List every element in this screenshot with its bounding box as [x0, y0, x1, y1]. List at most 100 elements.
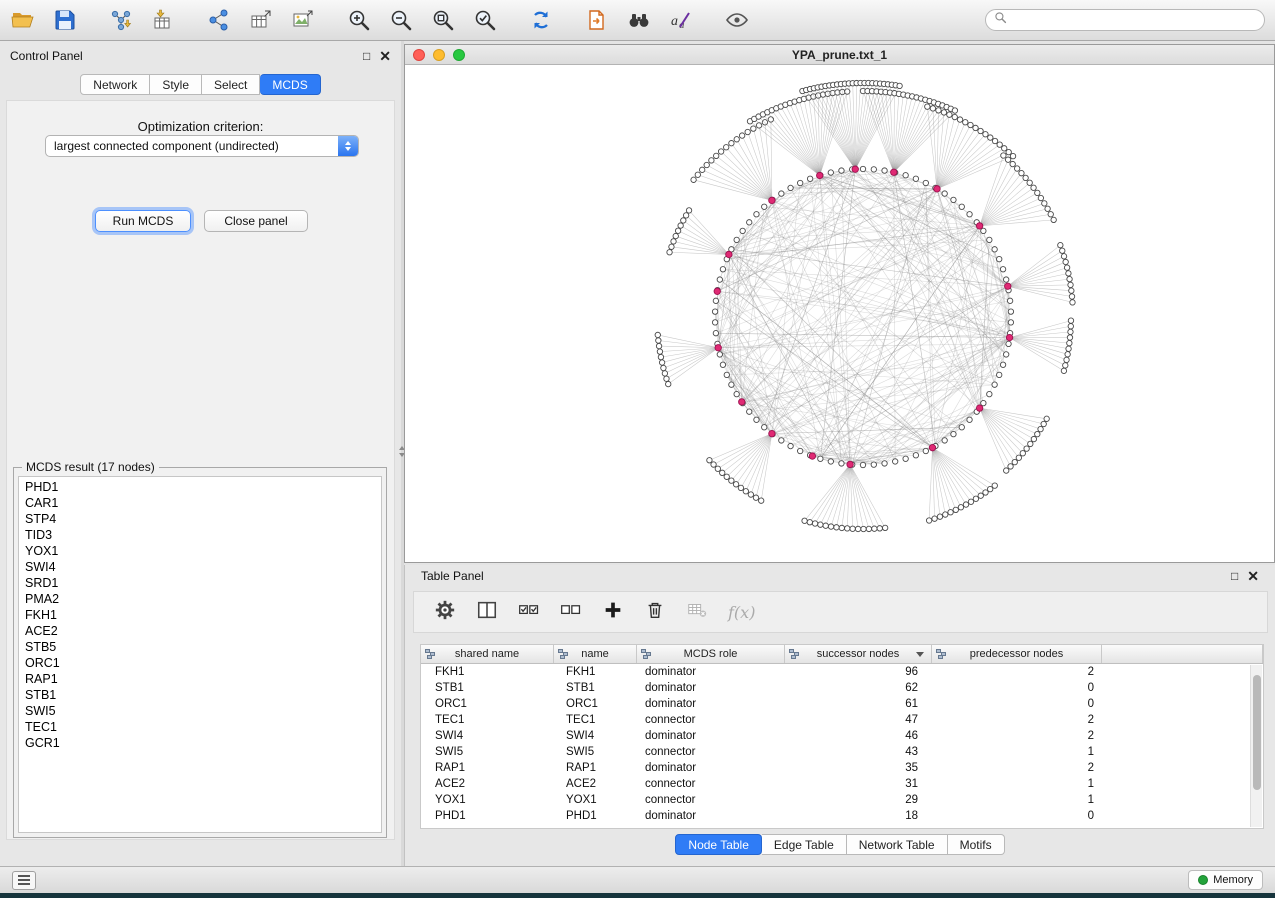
table-row[interactable]: STB1STB1dominator620 [421, 680, 1263, 696]
control-panel: Control Panel □ ✕ Network Style Select M… [0, 41, 401, 866]
zoom-in-icon[interactable] [346, 7, 372, 33]
list-item[interactable]: SWI4 [19, 559, 381, 575]
export-network-icon[interactable] [206, 7, 232, 33]
close-panel-button[interactable]: Close panel [204, 210, 308, 232]
export-image-icon[interactable] [290, 7, 316, 33]
zoom-group [346, 7, 498, 33]
delete-rows-icon[interactable] [644, 599, 666, 626]
list-item[interactable]: PMA2 [19, 591, 381, 607]
tab-style[interactable]: Style [150, 74, 202, 95]
float-table-panel-icon[interactable]: □ [1231, 570, 1238, 582]
table-row[interactable]: ACE2ACE2connector311 [421, 776, 1263, 792]
export-table-icon[interactable] [248, 7, 274, 33]
zoom-fit-icon[interactable] [430, 7, 456, 33]
zoom-selected-icon[interactable] [472, 7, 498, 33]
list-item[interactable]: FKH1 [19, 607, 381, 623]
table-cell: FKH1 [421, 666, 554, 678]
function-builder-icon[interactable]: f(x) [728, 603, 755, 622]
show-graphics-details-icon[interactable] [724, 7, 750, 33]
mcds-result-group: MCDS result (17 nodes) PHD1CAR1STP4TID3Y… [13, 467, 387, 838]
table-scrollbar[interactable] [1250, 665, 1262, 827]
criterion-dropdown[interactable]: largest connected component (undirected) [45, 135, 359, 157]
copy-document-icon[interactable] [584, 7, 610, 33]
mcds-result-list[interactable]: PHD1CAR1STP4TID3YOX1SWI4SRD1PMA2FKH1ACE2… [18, 476, 382, 833]
tab-motifs[interactable]: Motifs [948, 834, 1005, 855]
annotation-icon[interactable]: aa [668, 7, 694, 33]
node-table: shared name name MCDS role successor nod… [420, 644, 1264, 829]
list-item[interactable]: YOX1 [19, 543, 381, 559]
clear-table-icon[interactable] [686, 599, 708, 626]
file-group [10, 7, 78, 33]
column-header-name[interactable]: name [554, 645, 637, 663]
select-all-icon[interactable] [518, 599, 540, 626]
memory-button[interactable]: Memory [1188, 870, 1263, 890]
column-header-predecessor-nodes[interactable]: predecessor nodes [932, 645, 1102, 663]
network-window-titlebar[interactable]: YPA_prune.txt_1 [405, 45, 1274, 65]
column-layout-icon[interactable] [476, 599, 498, 626]
table-cell: TEC1 [554, 714, 637, 726]
table-row[interactable]: ORC1ORC1dominator610 [421, 696, 1263, 712]
table-cell: 29 [785, 794, 932, 806]
list-item[interactable]: PHD1 [19, 479, 381, 495]
task-history-button[interactable] [12, 871, 36, 890]
close-panel-icon[interactable]: ✕ [379, 50, 391, 62]
tab-network-table[interactable]: Network Table [847, 834, 948, 855]
zoom-out-icon[interactable] [388, 7, 414, 33]
close-table-panel-icon[interactable]: ✕ [1247, 570, 1259, 582]
view-group [724, 7, 750, 33]
refresh-icon[interactable] [528, 7, 554, 33]
column-header-successor-nodes[interactable]: successor nodes [785, 645, 932, 663]
network-graph[interactable] [405, 65, 1274, 562]
search-box[interactable] [985, 9, 1265, 31]
search-network-icon[interactable] [626, 7, 652, 33]
import-table-icon[interactable] [150, 7, 176, 33]
list-item[interactable]: TEC1 [19, 719, 381, 735]
optimization-criterion-label: Optimization criterion: [7, 119, 394, 134]
table-cell: STB1 [421, 682, 554, 694]
table-row[interactable]: RAP1RAP1dominator352 [421, 760, 1263, 776]
save-icon[interactable] [52, 7, 78, 33]
tab-mcds[interactable]: MCDS [260, 74, 320, 95]
tab-node-table[interactable]: Node Table [675, 834, 762, 855]
column-header-mcds-role[interactable]: MCDS role [637, 645, 785, 663]
table-row[interactable]: TEC1TEC1connector472 [421, 712, 1263, 728]
list-item[interactable]: STP4 [19, 511, 381, 527]
table-row[interactable]: FKH1FKH1dominator962 [421, 664, 1263, 680]
import-network-icon[interactable] [108, 7, 134, 33]
column-header-shared-name[interactable]: shared name [421, 645, 554, 663]
table-tabs: Node Table Edge Table Network Table Moti… [405, 834, 1275, 855]
table-body: FKH1FKH1dominator962STB1STB1dominator620… [421, 664, 1263, 824]
scrollbar-thumb[interactable] [1253, 675, 1261, 790]
criterion-dropdown-value: largest connected component (undirected) [54, 139, 279, 153]
table-cell: SWI4 [421, 730, 554, 742]
list-item[interactable]: ACE2 [19, 623, 381, 639]
table-row[interactable]: SWI4SWI4dominator462 [421, 728, 1263, 744]
deselect-all-icon[interactable] [560, 599, 582, 626]
open-file-icon[interactable] [10, 7, 36, 33]
list-item[interactable]: SRD1 [19, 575, 381, 591]
tab-network[interactable]: Network [80, 74, 150, 95]
table-row[interactable]: PHD1PHD1dominator180 [421, 808, 1263, 824]
list-item[interactable]: RAP1 [19, 671, 381, 687]
table-cell: 2 [932, 666, 1102, 678]
search-input[interactable] [1012, 13, 1256, 27]
list-item[interactable]: STB1 [19, 687, 381, 703]
column-header-empty [1102, 645, 1263, 663]
list-item[interactable]: STB5 [19, 639, 381, 655]
list-item[interactable]: TID3 [19, 527, 381, 543]
tab-select[interactable]: Select [202, 74, 260, 95]
float-panel-icon[interactable]: □ [363, 50, 370, 62]
network-canvas[interactable] [405, 65, 1274, 562]
list-item[interactable]: GCR1 [19, 735, 381, 751]
settings-gear-icon[interactable] [434, 599, 456, 626]
column-type-icon [558, 649, 568, 662]
list-item[interactable]: ORC1 [19, 655, 381, 671]
list-item[interactable]: CAR1 [19, 495, 381, 511]
run-mcds-button[interactable]: Run MCDS [95, 210, 191, 232]
tools-group: aa [584, 7, 694, 33]
table-row[interactable]: SWI5SWI5connector431 [421, 744, 1263, 760]
add-row-icon[interactable] [602, 599, 624, 626]
table-row[interactable]: YOX1YOX1connector291 [421, 792, 1263, 808]
tab-edge-table[interactable]: Edge Table [762, 834, 847, 855]
list-item[interactable]: SWI5 [19, 703, 381, 719]
